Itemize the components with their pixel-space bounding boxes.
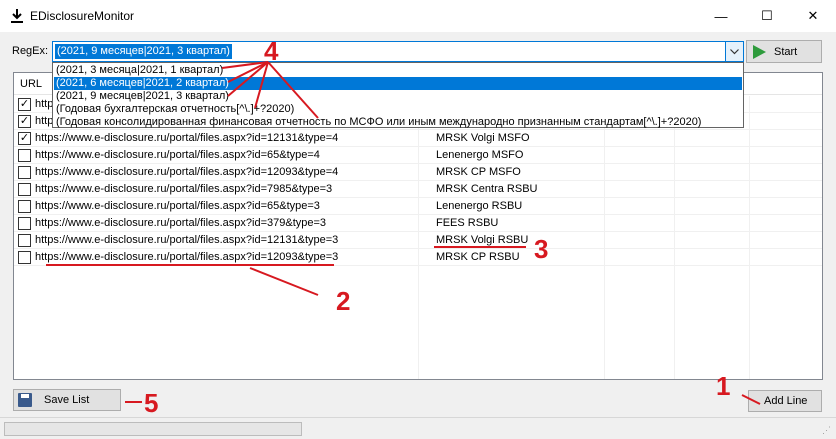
url-cell: https://www.e-disclosure.ru/portal/files… <box>35 251 339 263</box>
dropdown-option[interactable]: (Годовая бухгалтерская отчетность[^\.]+?… <box>54 103 742 116</box>
table-row[interactable]: ✓ https://www.e-disclosure.ru/portal/file… <box>14 130 822 147</box>
url-cell: https://www.e-disclosure.ru/portal/files… <box>35 200 320 212</box>
row-checkbox[interactable] <box>18 166 31 179</box>
start-button-label: Start <box>774 46 798 58</box>
table-row[interactable]: https://www.e-disclosure.ru/portal/files… <box>14 232 822 249</box>
maximize-button[interactable]: ☐ <box>744 0 790 32</box>
regex-value[interactable]: (2021, 9 месяцев|2021, 3 квартал) <box>55 44 232 59</box>
dropdown-option[interactable]: (2021, 3 месяца|2021, 1 квартал) <box>54 64 742 77</box>
progress-bar <box>4 422 302 436</box>
name-cell: MRSK Volgi RSBU <box>436 234 529 246</box>
window-title: EDisclosureMonitor <box>30 9 135 23</box>
url-cell: https://www.e-disclosure.ru/portal/files… <box>35 166 339 178</box>
row-checkbox[interactable] <box>18 234 31 247</box>
table-row[interactable]: https://www.e-disclosure.ru/portal/files… <box>14 198 822 215</box>
chevron-down-icon <box>730 48 739 54</box>
url-cell: https://www.e-disclosure.ru/portal/files… <box>35 132 339 144</box>
add-line-button[interactable]: Add Line <box>748 390 822 412</box>
table-row[interactable]: https://www.e-disclosure.ru/portal/files… <box>14 164 822 181</box>
url-cell: https://www.e-disclosure.ru/portal/files… <box>35 217 327 229</box>
start-button[interactable]: Start <box>746 40 822 63</box>
row-checkbox[interactable]: ✓ <box>18 115 31 128</box>
name-cell: MRSK CP MSFO <box>436 166 521 178</box>
url-cell: https://www.e-disclosure.ru/portal/files… <box>35 234 339 246</box>
table-row[interactable]: https://www.e-disclosure.ru/portal/files… <box>14 249 822 266</box>
resize-grip-icon[interactable]: ⋰ <box>822 425 831 436</box>
download-icon <box>11 9 23 23</box>
url-cell: https://www.e-disclosure.ru/portal/files… <box>35 149 320 161</box>
add-line-label: Add Line <box>764 395 808 407</box>
dropdown-option[interactable]: (2021, 6 месяцев|2021, 2 квартал) <box>54 77 742 90</box>
minimize-button[interactable]: — <box>698 0 744 32</box>
row-checkbox[interactable]: ✓ <box>18 132 31 145</box>
title-bar: EDisclosureMonitor — ☐ ✕ <box>0 0 836 32</box>
row-checkbox[interactable] <box>18 251 31 264</box>
table-row[interactable]: https://www.e-disclosure.ru/portal/files… <box>14 147 822 164</box>
play-icon <box>753 45 766 59</box>
row-checkbox[interactable] <box>18 200 31 213</box>
close-icon: ✕ <box>807 8 819 23</box>
name-cell: MRSK CP RSBU <box>436 251 520 263</box>
url-cell: http <box>35 98 54 110</box>
name-cell: FEES RSBU <box>436 217 499 229</box>
column-header-url[interactable]: URL <box>20 78 42 90</box>
regex-combobox[interactable]: (2021, 9 месяцев|2021, 3 квартал) <box>52 41 744 62</box>
save-list-button[interactable]: Save List <box>13 389 121 411</box>
combo-dropdown-button[interactable] <box>725 42 743 61</box>
name-cell: Lenenergo RSBU <box>436 200 523 212</box>
save-list-label: Save List <box>44 394 90 406</box>
regex-label: RegEx: <box>12 45 49 57</box>
status-bar <box>0 417 836 439</box>
dropdown-option[interactable]: (Годовая консолидированная финансовая от… <box>54 116 742 129</box>
close-button[interactable]: ✕ <box>790 0 836 32</box>
dropdown-option[interactable]: (2021, 9 месяцев|2021, 3 квартал) <box>54 90 742 103</box>
name-cell: MRSK Centra RSBU <box>436 183 538 195</box>
row-checkbox[interactable] <box>18 183 31 196</box>
floppy-disk-icon <box>18 393 32 407</box>
table-row[interactable]: https://www.e-disclosure.ru/portal/files… <box>14 181 822 198</box>
maximize-icon: ☐ <box>761 8 773 23</box>
row-checkbox[interactable] <box>18 149 31 162</box>
url-cell: https://www.e-disclosure.ru/portal/files… <box>35 183 333 195</box>
table-row[interactable]: https://www.e-disclosure.ru/portal/files… <box>14 215 822 232</box>
name-cell: MRSK Volgi MSFO <box>436 132 530 144</box>
name-cell: Lenenergo MSFO <box>436 149 524 161</box>
minimize-icon: — <box>714 8 728 24</box>
row-checkbox[interactable]: ✓ <box>18 98 31 111</box>
regex-dropdown-list[interactable]: (2021, 3 месяца|2021, 1 квартал) (2021, 6… <box>52 62 744 128</box>
row-checkbox[interactable] <box>18 217 31 230</box>
url-cell: http <box>35 115 54 127</box>
